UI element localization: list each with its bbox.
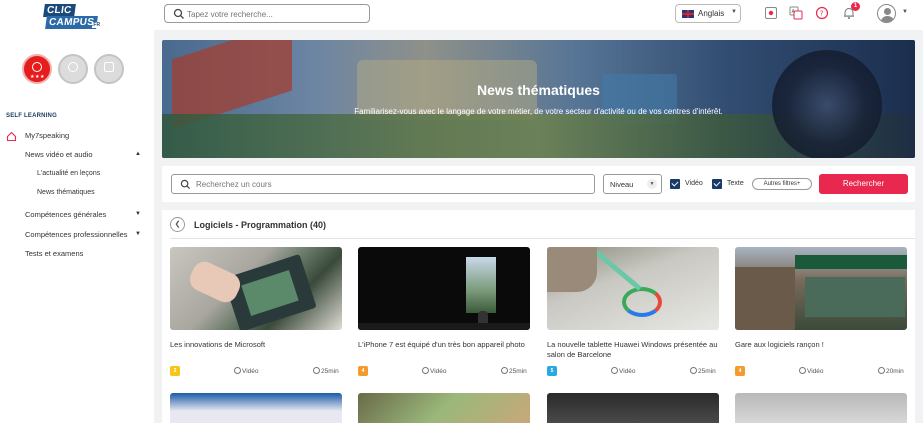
course-thumbnail[interactable] — [358, 393, 530, 423]
sidebar-item-news-thematiques[interactable]: News thématiques — [37, 189, 95, 196]
translate-icon[interactable]: A — [789, 6, 803, 20]
niveau-select[interactable]: Niveau ▼ — [603, 174, 662, 194]
logo-line2: CAMPUS — [45, 16, 99, 29]
language-label: Anglais — [698, 9, 725, 18]
medal-gold-active[interactable]: ★★★ — [22, 54, 52, 84]
section-title: SELF LEARNING — [6, 113, 57, 119]
chevron-down-icon: ▼ — [647, 179, 657, 189]
niveau-label: Niveau — [610, 180, 634, 189]
chevron-down-icon: ▼ — [731, 9, 737, 15]
course-duration: 25min — [313, 367, 339, 375]
medal-locked[interactable] — [94, 54, 124, 84]
level-badge: 2 — [170, 366, 180, 376]
search-icon — [180, 179, 191, 190]
play-icon — [234, 367, 241, 374]
record-icon[interactable] — [764, 6, 778, 20]
clock-icon — [501, 367, 508, 374]
chevron-down-icon[interactable]: ▼ — [135, 211, 141, 217]
help-icon[interactable]: ? — [815, 6, 829, 20]
banner-title: News thématiques — [477, 82, 600, 98]
course-thumbnail[interactable] — [735, 393, 907, 423]
sidebar: ★★★ SELF LEARNING My7speaking News vidéo… — [0, 30, 154, 423]
clock-icon — [313, 367, 320, 374]
course-title[interactable]: La nouvelle tablette Huawei Windows prés… — [547, 340, 719, 360]
notification-badge: 1 — [851, 2, 860, 11]
language-selector[interactable]: Anglais ▼ — [675, 4, 741, 23]
chevron-up-icon[interactable]: ▲ — [135, 151, 141, 157]
autres-filtres-button[interactable]: Autres filtres+ — [752, 178, 812, 190]
clock-icon — [878, 367, 885, 374]
svg-text:?: ? — [820, 10, 824, 18]
category-title: Logiciels - Programmation (40) — [194, 220, 327, 230]
course-thumbnail[interactable] — [547, 247, 719, 330]
course-thumbnail[interactable] — [735, 247, 907, 330]
course-duration: 20min — [878, 367, 904, 375]
hero-banner: News thématiques Familiarisez-vous avec … — [162, 40, 915, 158]
global-search-box[interactable] — [164, 4, 370, 23]
course-type: Vidéo — [611, 367, 636, 375]
medal-icon — [68, 62, 78, 72]
global-search-input[interactable] — [187, 7, 363, 21]
video-checkbox[interactable] — [670, 179, 680, 189]
course-list-panel: ❮ Logiciels - Programmation (40) Les inn… — [162, 210, 915, 423]
uk-flag-icon — [682, 10, 694, 18]
search-icon — [173, 8, 184, 19]
texte-checkbox[interactable] — [712, 179, 722, 189]
sidebar-item-actualite-lecons[interactable]: L'actualité en leçons — [37, 170, 100, 177]
course-duration: 25min — [501, 367, 527, 375]
logo-suffix: .FR — [92, 22, 101, 28]
course-thumbnail[interactable] — [170, 393, 342, 423]
sidebar-item-tests-examens[interactable]: Tests et examens — [25, 249, 83, 258]
medal-stars: ★★★ — [30, 74, 45, 80]
texte-checkbox-label: Texte — [727, 180, 744, 187]
chevron-down-icon[interactable]: ▼ — [135, 231, 141, 237]
sidebar-item-my7speaking[interactable]: My7speaking — [25, 131, 69, 140]
sidebar-item-competences-generales[interactable]: Compétences générales — [25, 210, 106, 219]
top-bar: CLIC CAMPUS .FR Anglais ▼ A ? 1 ▼ — [0, 0, 923, 30]
level-badge: 5 — [547, 366, 557, 376]
video-checkbox-label: Vidéo — [685, 180, 703, 187]
course-search-input[interactable] — [196, 178, 586, 191]
course-type: Vidéo — [799, 367, 824, 375]
course-title[interactable]: L'iPhone 7 est équipé d'un très bon appa… — [358, 340, 530, 350]
course-search-box[interactable] — [171, 174, 595, 194]
level-badge: 4 — [358, 366, 368, 376]
course-type: Vidéo — [234, 367, 259, 375]
medal-locked[interactable] — [58, 54, 88, 84]
course-thumbnail[interactable] — [170, 247, 342, 330]
play-icon — [422, 367, 429, 374]
banner-subtitle: Familiarisez-vous avec le langage de vot… — [354, 107, 723, 116]
course-thumbnail[interactable] — [358, 247, 530, 330]
sidebar-item-competences-professionnelles[interactable]: Compétences professionnelles — [25, 230, 128, 239]
back-button[interactable]: ❮ — [170, 217, 185, 232]
user-avatar[interactable] — [877, 4, 896, 23]
course-duration: 25min — [690, 367, 716, 375]
home-icon — [6, 131, 17, 142]
level-badge: 4 — [735, 366, 745, 376]
medal-icon — [104, 62, 114, 72]
course-thumbnail[interactable] — [547, 393, 719, 423]
course-title[interactable]: Les innovations de Microsoft — [170, 340, 342, 350]
svg-text:A: A — [792, 9, 796, 15]
rechercher-button[interactable]: Rechercher — [819, 174, 908, 194]
filter-bar: Niveau ▼ Vidéo Texte Autres filtres+ Rec… — [162, 166, 915, 202]
play-icon — [799, 367, 806, 374]
account-chevron-icon[interactable]: ▼ — [902, 9, 908, 15]
play-icon — [611, 367, 618, 374]
sidebar-item-news-video-audio[interactable]: News vidéo et audio — [25, 150, 93, 159]
clock-icon — [690, 367, 697, 374]
clic-campus-logo[interactable]: CLIC CAMPUS .FR — [43, 4, 102, 30]
medal-icon — [32, 62, 42, 72]
course-type: Vidéo — [422, 367, 447, 375]
course-title[interactable]: Gare aux logiciels rançon ! — [735, 340, 907, 350]
